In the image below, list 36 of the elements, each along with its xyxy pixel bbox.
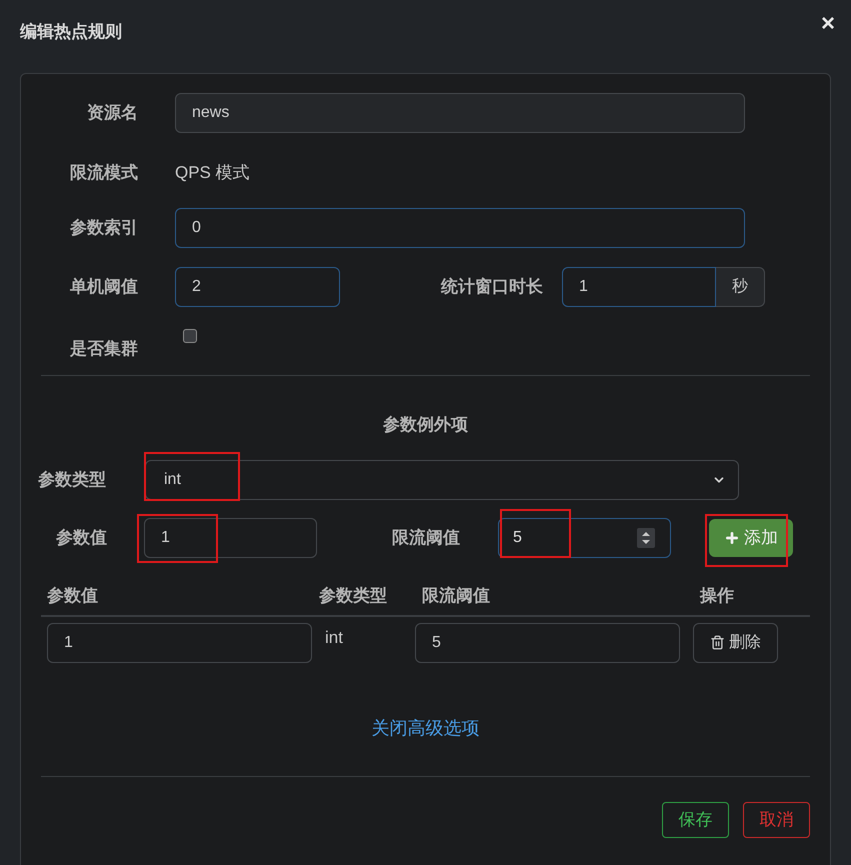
window-field[interactable]: 1 bbox=[562, 267, 716, 307]
row-value-field[interactable]: 1 bbox=[47, 622, 312, 662]
column-header: 参数值 bbox=[47, 584, 99, 607]
field-label: 限流阈值 bbox=[392, 526, 460, 549]
section-title: 参数例外项 bbox=[383, 414, 468, 436]
close-button[interactable]: × bbox=[820, 12, 835, 36]
unit-addon: 秒 bbox=[716, 267, 765, 307]
delete-button[interactable]: 删除 bbox=[693, 622, 778, 662]
field-label: 单机阈值 bbox=[70, 276, 138, 298]
cluster-checkbox[interactable] bbox=[183, 329, 197, 343]
column-header: 限流阈值 bbox=[422, 584, 491, 607]
table-cell-text: int bbox=[325, 626, 344, 648]
threshold-field[interactable]: 2 bbox=[175, 267, 340, 307]
save-button[interactable]: 保存 bbox=[662, 802, 729, 838]
type-select[interactable]: int bbox=[145, 460, 739, 500]
cancel-button[interactable]: 取消 bbox=[743, 802, 810, 838]
field-label: 资源名 bbox=[87, 102, 138, 124]
close-advanced-link[interactable]: 关闭高级选项 bbox=[372, 714, 480, 742]
field-label: 参数值 bbox=[56, 526, 107, 549]
field-label: 统计窗口时长 bbox=[441, 276, 543, 298]
column-header: 参数类型 bbox=[319, 584, 388, 607]
mode-value: QPS 模式 bbox=[175, 162, 250, 184]
add-button[interactable]: 添加 bbox=[709, 518, 793, 556]
field-label: 限流模式 bbox=[70, 162, 138, 184]
param-index-field[interactable]: 0 bbox=[175, 208, 745, 248]
param-value-field[interactable]: 1 bbox=[144, 518, 317, 558]
column-header: 操作 bbox=[700, 584, 734, 607]
trash-icon bbox=[710, 635, 725, 650]
row-limit-field[interactable]: 5 bbox=[415, 622, 680, 662]
field-label: 参数索引 bbox=[70, 217, 138, 240]
plus-icon bbox=[724, 530, 740, 546]
field-label: 是否集群 bbox=[70, 338, 138, 360]
field-label: 参数类型 bbox=[38, 468, 106, 491]
limit-number-field[interactable]: 5 bbox=[498, 518, 671, 558]
dialog-title: 编辑热点规则 bbox=[20, 21, 122, 43]
spinner-icon bbox=[637, 528, 655, 548]
